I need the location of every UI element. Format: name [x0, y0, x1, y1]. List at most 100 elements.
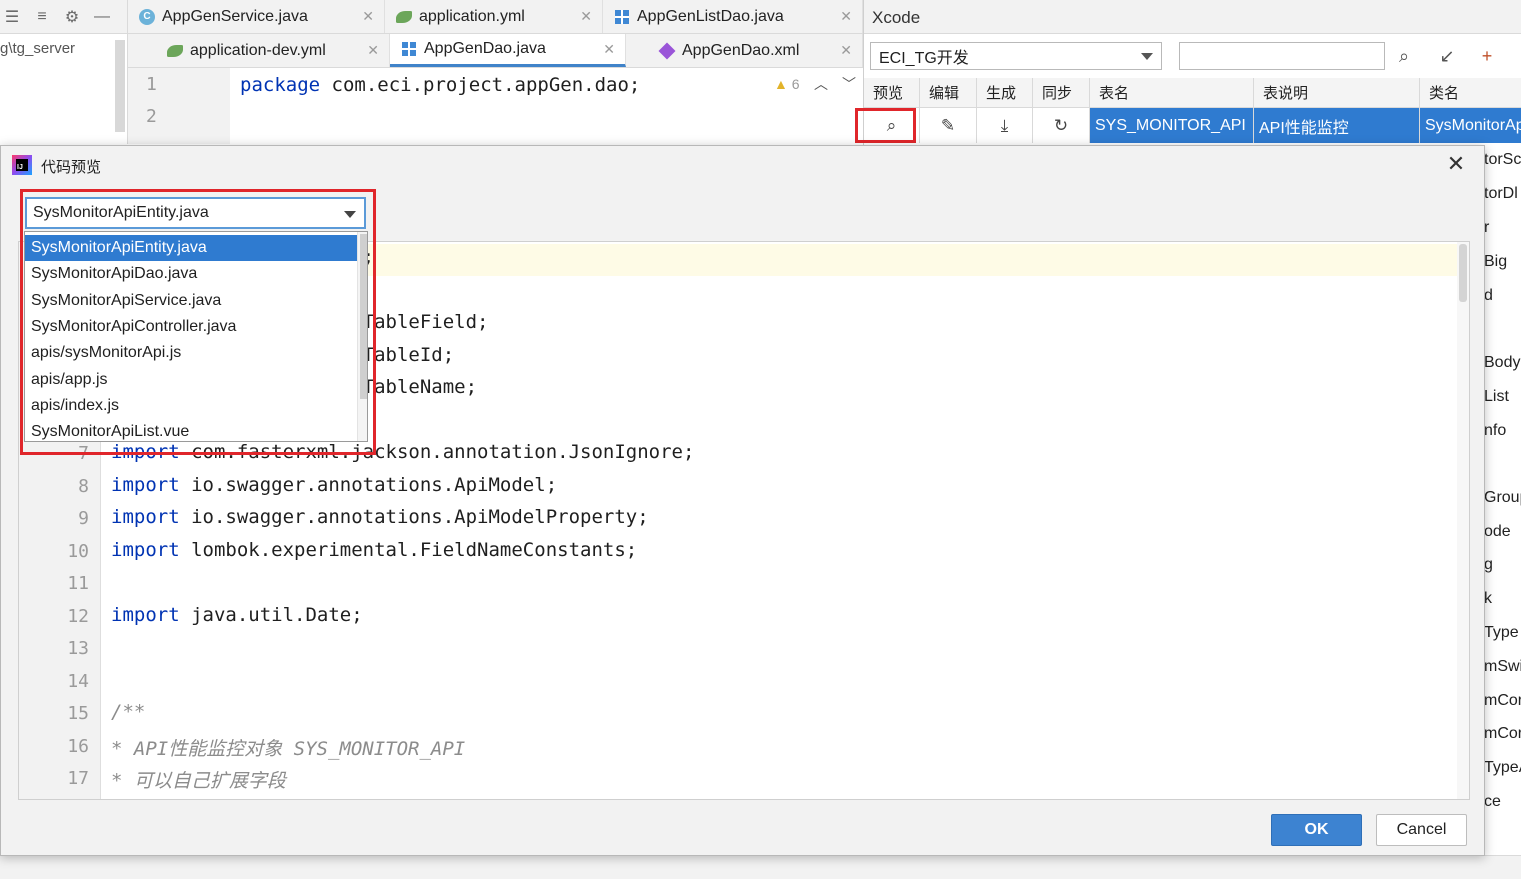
download-icon[interactable]: ⤓	[977, 108, 1033, 143]
spring-yml-icon	[166, 42, 184, 60]
side-label: Type	[1484, 624, 1519, 641]
editor-code-line[interactable]: package com.eci.project.appGen.dao;	[240, 74, 640, 96]
keyword: import	[111, 473, 180, 496]
cancel-button[interactable]: Cancel	[1376, 814, 1467, 846]
column-header-sync[interactable]: 同步	[1033, 78, 1090, 107]
code-text: * 可以自己扩展字段	[111, 766, 286, 793]
interface-icon	[613, 8, 631, 26]
search-icon[interactable]: ⌕	[1392, 44, 1416, 68]
code-content: io.swagger.annotations.ApiModel;	[179, 473, 558, 496]
code-text: import io.swagger.annotations.ApiModelPr…	[111, 506, 649, 528]
tab-label: application-dev.yml	[190, 41, 326, 59]
close-icon[interactable]: ✕	[580, 8, 592, 25]
side-label: Group	[1484, 489, 1521, 506]
code-line: 11	[19, 569, 1469, 601]
xcode-header	[864, 0, 1521, 34]
warnings-indicator[interactable]: ▲ 6	[774, 76, 800, 92]
ok-button[interactable]: OK	[1271, 814, 1362, 846]
code-content: java.util.Date;	[179, 603, 363, 626]
code-line: 10 import lombok.experimental.FieldNameCo…	[19, 537, 1469, 569]
code-text: /**	[111, 701, 145, 723]
close-icon[interactable]: ✕	[362, 8, 374, 25]
environment-select[interactable]: ECI_TG开发	[870, 42, 1162, 70]
chevron-up-icon[interactable]: ︿	[814, 76, 842, 92]
code-line: 14	[19, 667, 1469, 699]
code-line: 16 * API性能监控对象 SYS_MONITOR_API	[19, 732, 1469, 764]
code-scrollbar[interactable]	[1457, 242, 1469, 799]
table-desc-cell[interactable]: API性能监控	[1254, 108, 1420, 143]
close-icon[interactable]: ✕	[1445, 151, 1467, 176]
tab-appgenservice[interactable]: C AppGenService.java ✕	[128, 0, 385, 33]
side-label: d	[1484, 287, 1493, 304]
collapse-all-icon[interactable]: ≡	[32, 7, 52, 27]
code-content: * API性能监控对象 SYS_MONITOR_API	[111, 737, 466, 760]
side-label: k	[1484, 590, 1492, 607]
table-row[interactable]: ⌕ ✎ ⤓ ↻ SYS_MONITOR_API API性能监控 SysMonit…	[864, 108, 1521, 143]
side-label: mCor	[1484, 725, 1521, 742]
scrollbar-thumb[interactable]	[1459, 244, 1467, 302]
project-scrollbar[interactable]	[115, 40, 125, 132]
project-path[interactable]: g\tg_server	[0, 40, 75, 57]
code-content: lombok.experimental.FieldNameConstants;	[179, 538, 638, 561]
table-search-input[interactable]	[1179, 42, 1385, 70]
close-icon[interactable]: ✕	[367, 42, 379, 59]
tab-appgenlistdao[interactable]: AppGenListDao.java ✕	[603, 0, 863, 33]
line-number: 14	[67, 670, 89, 692]
column-header-edit[interactable]: 编辑	[920, 78, 977, 107]
column-header-preview[interactable]: 预览	[864, 78, 920, 107]
side-label: ode	[1484, 523, 1511, 540]
column-header-table-desc[interactable]: 表说明	[1254, 78, 1420, 107]
tool-window-bar	[0, 855, 1521, 879]
mybatis-xml-icon	[658, 42, 676, 60]
editor-tabs-row-1: C AppGenService.java ✕ application.yml ✕…	[128, 0, 863, 34]
class-name-cell[interactable]: SysMonitorApi	[1420, 108, 1521, 143]
column-header-table-name[interactable]: 表名	[1090, 78, 1254, 107]
code-line: 8 import io.swagger.annotations.ApiModel;	[19, 472, 1469, 504]
tab-label: AppGenDao.xml	[682, 41, 800, 59]
code-preview-dialog: IJ 代码预览 ✕ 1t.sysMonitorApi.entity;23ybat…	[0, 145, 1485, 856]
warning-count: 6	[791, 76, 800, 92]
import-arrow-icon[interactable]: ↙	[1435, 44, 1459, 68]
dropdown-highlight-box	[20, 189, 376, 455]
line-number: 2	[146, 106, 157, 127]
close-icon[interactable]: ✕	[603, 41, 615, 58]
xcode-side-labels: torSc torDl r Big d Body List nfo Group …	[1484, 143, 1521, 873]
tab-application-yml[interactable]: application.yml ✕	[385, 0, 603, 33]
close-icon[interactable]: ✕	[840, 8, 852, 25]
editor-tabs-row-2: application-dev.yml ✕ AppGenDao.java ✕ A…	[128, 34, 863, 68]
tab-label: AppGenListDao.java	[637, 7, 784, 25]
java-class-icon: C	[138, 8, 156, 26]
table-name-cell[interactable]: SYS_MONITOR_API	[1090, 108, 1254, 143]
line-number: 17	[67, 768, 89, 789]
side-label: TypeA	[1484, 759, 1521, 776]
expand-all-icon[interactable]: ☰	[2, 7, 22, 27]
code-text: import lombok.experimental.FieldNameCons…	[111, 539, 637, 561]
side-label: torSc	[1484, 151, 1521, 168]
settings-gear-icon[interactable]: ⚙	[62, 7, 82, 27]
interface-icon	[400, 40, 418, 58]
code-text: import java.util.Date;	[111, 604, 363, 626]
code-editor[interactable]: 1 2 package com.eci.project.appGen.dao; …	[128, 68, 863, 144]
hide-panel-icon[interactable]: —	[92, 7, 112, 27]
code-content: io.swagger.annotations.ApiModelProperty;	[179, 506, 649, 528]
column-header-class-name[interactable]: 类名	[1420, 78, 1521, 107]
code-content: * 可以自己扩展字段	[111, 770, 286, 792]
line-number: 8	[78, 475, 89, 497]
tab-appgendao-java[interactable]: AppGenDao.java ✕	[390, 34, 626, 67]
column-header-generate[interactable]: 生成	[977, 78, 1033, 107]
close-icon[interactable]: ✕	[840, 42, 852, 59]
tab-application-dev-yml[interactable]: application-dev.yml ✕	[128, 34, 390, 67]
preview-button-highlight	[855, 108, 916, 143]
edit-pencil-icon[interactable]: ✎	[920, 108, 977, 143]
tab-appgendao-xml[interactable]: AppGenDao.xml ✕	[626, 34, 863, 67]
code-line: 9 import io.swagger.annotations.ApiModelP…	[19, 504, 1469, 536]
keyword: package	[240, 74, 321, 96]
keyword: import	[111, 603, 180, 626]
sync-refresh-icon[interactable]: ↻	[1033, 108, 1090, 143]
side-label: mCor	[1484, 692, 1521, 709]
environment-value: ECI_TG开发	[879, 50, 969, 67]
code-text: * API性能监控对象 SYS_MONITOR_API	[111, 734, 465, 761]
line-number: 15	[67, 703, 89, 724]
add-icon[interactable]: +	[1475, 44, 1499, 68]
project-toolbar: ☰ ≡ ⚙ —	[0, 0, 128, 34]
